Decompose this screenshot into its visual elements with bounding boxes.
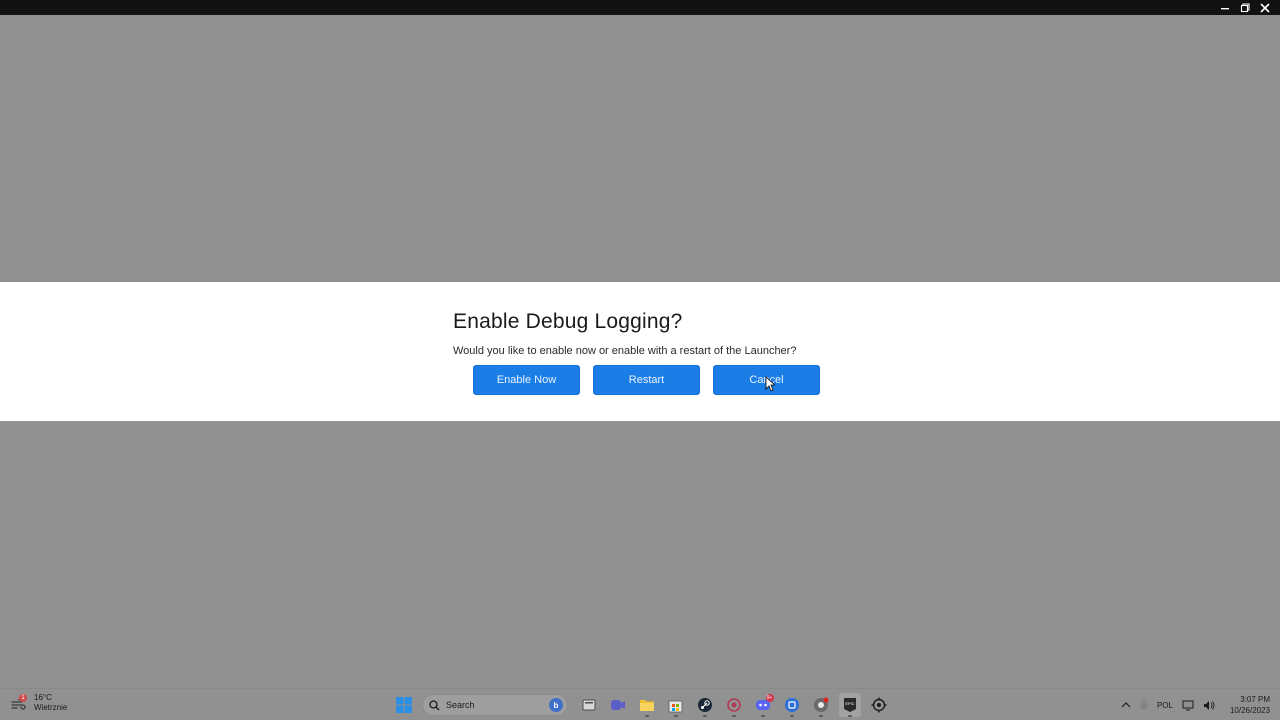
meet-icon[interactable] (607, 693, 629, 717)
taskbar-center: Search b 9+ EPIC (394, 693, 893, 717)
taskbar-search-input[interactable]: Search b (422, 694, 568, 716)
debug-logging-dialog: Enable Debug Logging? Would you like to … (0, 282, 1280, 421)
running-indicator (702, 715, 707, 717)
weather-temperature: 16°C (34, 693, 52, 702)
volume-icon[interactable] (1203, 700, 1215, 711)
dialog-message: Would you like to enable now or enable w… (453, 345, 797, 357)
weather-condition: Wietrznie (34, 703, 68, 712)
start-icon[interactable] (394, 695, 414, 715)
restart-button[interactable]: Restart (593, 365, 700, 395)
weather-text: 16°C Wietrznie (34, 693, 67, 713)
epic-games-icon[interactable]: EPIC (838, 693, 861, 717)
system-tray: POL 3:07 PM 10/26/2023 (1121, 693, 1270, 717)
taskbar: 1 16°C Wietrznie Search b 9+ EPIC POL 3:… (0, 688, 1280, 720)
wind-icon: 1 (10, 694, 28, 712)
minimize-icon[interactable] (1218, 1, 1232, 15)
running-indicator (789, 715, 794, 717)
search-icon (429, 699, 440, 710)
modal-overlay-bottom (0, 421, 1280, 688)
running-indicator (818, 715, 823, 717)
task-view-icon[interactable] (578, 693, 600, 717)
close-icon[interactable] (1258, 1, 1272, 15)
search-placeholder: Search (446, 700, 475, 710)
clock-time: 3:07 PM (1240, 695, 1270, 704)
restore-icon[interactable] (1238, 1, 1252, 15)
app-blue-icon[interactable] (781, 693, 803, 717)
settings-gear-icon[interactable] (868, 693, 890, 717)
bing-icon[interactable]: b (549, 698, 563, 712)
weather-alert-badge: 1 (19, 694, 27, 702)
app-circle-icon[interactable] (723, 693, 745, 717)
window-controls (1218, 0, 1272, 15)
file-explorer-icon[interactable] (636, 693, 658, 717)
microphone-icon[interactable] (1140, 699, 1148, 711)
steam-icon[interactable] (694, 693, 716, 717)
svg-text:EPIC: EPIC (845, 701, 854, 706)
chrome-icon[interactable] (810, 693, 832, 717)
running-indicator (760, 715, 765, 717)
weather-widget[interactable]: 1 16°C Wietrznie (10, 693, 67, 713)
running-indicator (673, 715, 678, 717)
cancel-button[interactable]: Cancel (713, 365, 820, 395)
chevron-up-icon[interactable] (1121, 701, 1131, 709)
enable-now-button[interactable]: Enable Now (473, 365, 580, 395)
discord-icon[interactable]: 9+ (752, 693, 774, 717)
running-indicator (644, 715, 649, 717)
running-indicator (847, 715, 852, 717)
language-indicator[interactable]: POL (1157, 701, 1173, 710)
window-titlebar (0, 0, 1280, 15)
running-indicator (731, 715, 736, 717)
clock-date: 10/26/2023 (1229, 706, 1270, 715)
taskbar-clock[interactable]: 3:07 PM 10/26/2023 (1230, 694, 1270, 716)
discord-badge: 9+ (765, 694, 774, 702)
dialog-title: Enable Debug Logging? (453, 310, 683, 333)
store-icon[interactable] (665, 693, 687, 717)
modal-overlay-top (0, 15, 1280, 282)
network-icon[interactable] (1182, 700, 1194, 711)
